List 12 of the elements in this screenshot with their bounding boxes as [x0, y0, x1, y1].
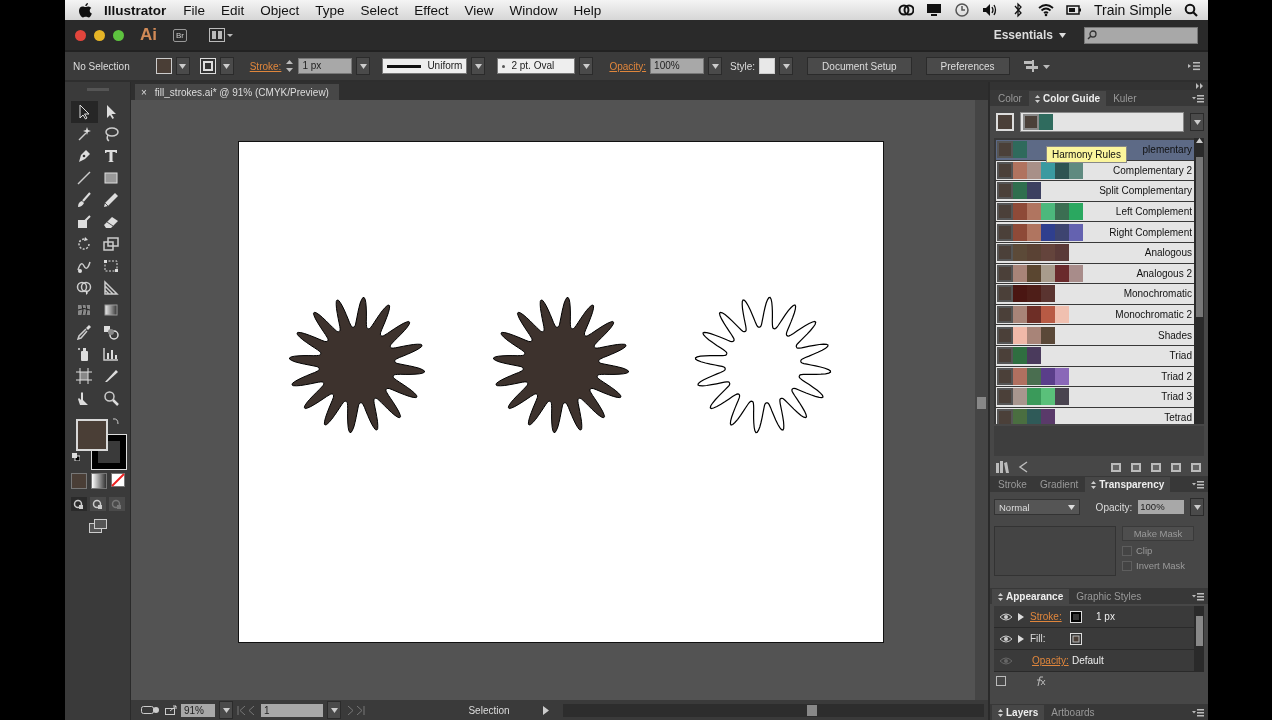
opacity-label: Opacity:	[1095, 501, 1133, 513]
selection-status: No Selection	[73, 60, 130, 72]
tooltip: Harmony Rules	[1046, 146, 1127, 163]
fill-label: Fill:	[1030, 633, 1047, 644]
app-logo: Ai	[140, 25, 157, 45]
style-label: Style:	[730, 60, 756, 72]
checkbox-label: Invert Mask	[1136, 560, 1186, 571]
appearance-value: 1 px	[1096, 611, 1115, 622]
appearance-value: Default	[1072, 655, 1104, 666]
checkbox-label: Clip	[1136, 545, 1153, 556]
current-tool-label: Selection	[467, 704, 511, 716]
document-title: fill_strokes.ai* @ 91% (CMYK/Preview)	[154, 86, 329, 98]
